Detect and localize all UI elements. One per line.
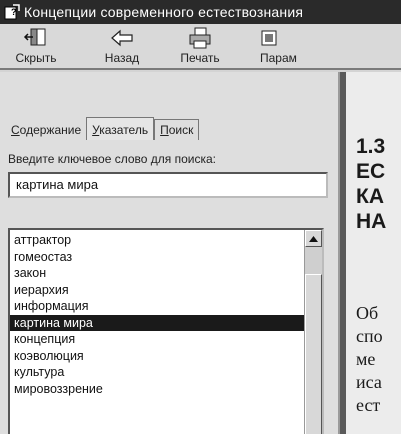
keyword-list-item[interactable]: иерархия — [10, 282, 322, 299]
back-button-label: Назад — [104, 51, 140, 65]
back-button[interactable]: Назад — [92, 24, 152, 68]
tab-index[interactable]: Указатель — [86, 117, 155, 140]
keyword-list-item[interactable]: картина мира — [10, 314, 322, 331]
topic-body-text: Об спо ме иса ест — [356, 303, 383, 415]
keyword-list-item[interactable]: культура — [10, 364, 322, 381]
tab-search-accel: П — [160, 123, 169, 137]
keyword-list-item[interactable]: информация — [10, 298, 322, 315]
svg-text:?: ? — [11, 7, 17, 17]
keyword-list-item[interactable]: коэволюция — [10, 348, 322, 365]
navigation-pane: Содержание Указатель Поиск Введите ключе… — [0, 72, 338, 434]
window-titlebar: ? Концепции современного естествознания — [0, 0, 401, 24]
tab-search-label: оиск — [168, 123, 194, 137]
print-button-label: Печать — [180, 51, 220, 65]
tab-contents-label: одержание — [19, 123, 82, 137]
nav-tabs: Содержание Указатель Поиск — [6, 116, 200, 140]
toolbar: Скрыть Назад Печать Парам — [0, 24, 401, 70]
pane-splitter[interactable] — [338, 72, 346, 434]
scroll-thumb[interactable] — [305, 274, 322, 434]
tab-index-label: казатель — [99, 123, 149, 137]
keyword-list-item[interactable]: гомеостаз — [10, 249, 322, 266]
window-title: Концепции современного естествознания — [24, 4, 304, 20]
options-icon — [261, 30, 277, 46]
keyword-input[interactable]: картина мира — [8, 172, 328, 198]
keyword-list-item[interactable]: закон — [10, 265, 322, 282]
hide-pane-icon — [23, 28, 46, 46]
keyword-list-item[interactable]: концепция — [10, 331, 322, 348]
tab-contents[interactable]: Содержание — [6, 120, 86, 140]
keyword-list-scrollbar[interactable] — [304, 230, 322, 434]
help-app-icon: ? — [4, 4, 20, 20]
keyword-prompt: Введите ключевое слово для поиска: — [8, 152, 216, 166]
content-pane: 1.3 ЕС КА НА Об спо ме иса ест — [346, 72, 401, 434]
options-button-label: Парам — [260, 51, 297, 65]
keyword-list[interactable]: аттрактор гомеостаз закон иерархия информаци… — [8, 228, 324, 434]
hide-button[interactable]: Скрыть — [12, 24, 60, 68]
options-button[interactable]: Парам — [260, 24, 340, 68]
printer-icon — [189, 27, 211, 49]
arrow-up-icon — [309, 235, 318, 242]
tab-search[interactable]: Поиск — [154, 119, 200, 140]
topic-heading: 1.3 ЕС КА НА — [356, 135, 387, 233]
hide-button-label: Скрыть — [15, 51, 57, 65]
scroll-up-button[interactable] — [305, 230, 322, 247]
print-button[interactable]: Печать — [170, 24, 230, 68]
back-arrow-icon — [111, 29, 133, 47]
tab-contents-accel: С — [11, 123, 20, 137]
keyword-list-item[interactable]: мировоззрение — [10, 381, 322, 398]
keyword-list-item[interactable]: аттрактор — [10, 232, 322, 249]
keyword-list-items: аттрактор гомеостаз закон иерархия информаци… — [10, 230, 322, 397]
